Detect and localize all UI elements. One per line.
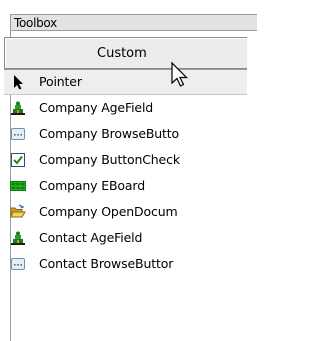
toolbox-item-contact-browsebutton[interactable]: Contact BrowseButtor — [4, 251, 247, 277]
toolbox-item-label: Company ButtonCheck — [39, 152, 180, 167]
tab-custom[interactable]: Custom — [4, 37, 247, 69]
tab-custom-label: Custom — [97, 46, 147, 61]
mouse-cursor-icon — [170, 61, 194, 93]
toolbox-title-bar: Toolbox — [10, 14, 257, 31]
open-folder-icon — [10, 204, 26, 220]
toolbox-item-company-eboard[interactable]: Company EBoard — [4, 173, 247, 199]
browse-button-icon — [10, 256, 26, 272]
toolbox-item-company-opendocument[interactable]: Company OpenDocum — [4, 199, 247, 225]
toolbox-item-label: Company EBoard — [39, 178, 145, 193]
toolbox-item-company-agefield[interactable]: Company AgeField — [4, 95, 247, 121]
age-field-icon — [10, 100, 26, 116]
toolbox-title: Toolbox — [14, 16, 57, 30]
toolbox-item-contact-agefield[interactable]: Contact AgeField — [4, 225, 247, 251]
toolbox-item-company-buttoncheck[interactable]: Company ButtonCheck — [4, 147, 247, 173]
eboard-icon — [10, 178, 26, 194]
toolbox-item-label: Company OpenDocum — [39, 204, 178, 219]
toolbox-item-label: Company AgeField — [39, 100, 154, 115]
toolbox-item-list: Pointer Company AgeField Company BrowseB… — [4, 69, 247, 277]
toolbox-item-pointer[interactable]: Pointer — [4, 69, 247, 95]
browse-button-icon — [10, 126, 26, 142]
toolbox-item-label: Pointer — [39, 74, 82, 89]
pointer-arrow-icon — [10, 74, 26, 90]
toolbox-item-label: Contact BrowseButtor — [39, 256, 174, 271]
toolbox-item-company-browsebutton[interactable]: Company BrowseButto — [4, 121, 247, 147]
toolbox-item-label: Company BrowseButto — [39, 126, 180, 141]
age-field-icon — [10, 230, 26, 246]
toolbox-item-label: Contact AgeField — [39, 230, 143, 245]
checkbox-icon — [10, 152, 26, 168]
